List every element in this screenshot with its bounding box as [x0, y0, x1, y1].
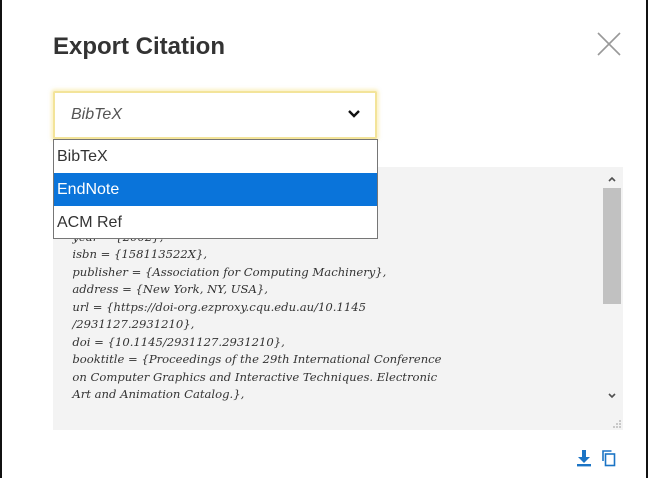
copy-icon: [602, 450, 616, 467]
format-select-value: BibTeX: [71, 106, 122, 123]
chevron-down-icon: [348, 110, 360, 118]
download-button[interactable]: [576, 449, 592, 467]
dialog-title: Export Citation: [53, 33, 225, 60]
copy-button[interactable]: [601, 449, 617, 467]
format-select[interactable]: BibTeX: [53, 91, 377, 139]
dialog-border-left: [0, 0, 2, 478]
scrollbar-thumb[interactable]: [603, 188, 621, 304]
download-icon: [577, 450, 591, 467]
format-option-bibtex[interactable]: BibTeX: [54, 140, 377, 173]
resize-grip-icon[interactable]: [610, 417, 622, 429]
close-icon: [597, 32, 621, 56]
scroll-down-arrow-icon[interactable]: [601, 389, 623, 403]
format-option-endnote[interactable]: EndNote: [54, 173, 377, 206]
citation-scrollbar[interactable]: [601, 167, 623, 430]
format-dropdown-list: BibTeX EndNote ACM Ref: [53, 139, 378, 239]
format-option-acm-ref[interactable]: ACM Ref: [54, 206, 377, 239]
scroll-up-arrow-icon[interactable]: [601, 172, 623, 186]
close-button[interactable]: [595, 30, 623, 58]
